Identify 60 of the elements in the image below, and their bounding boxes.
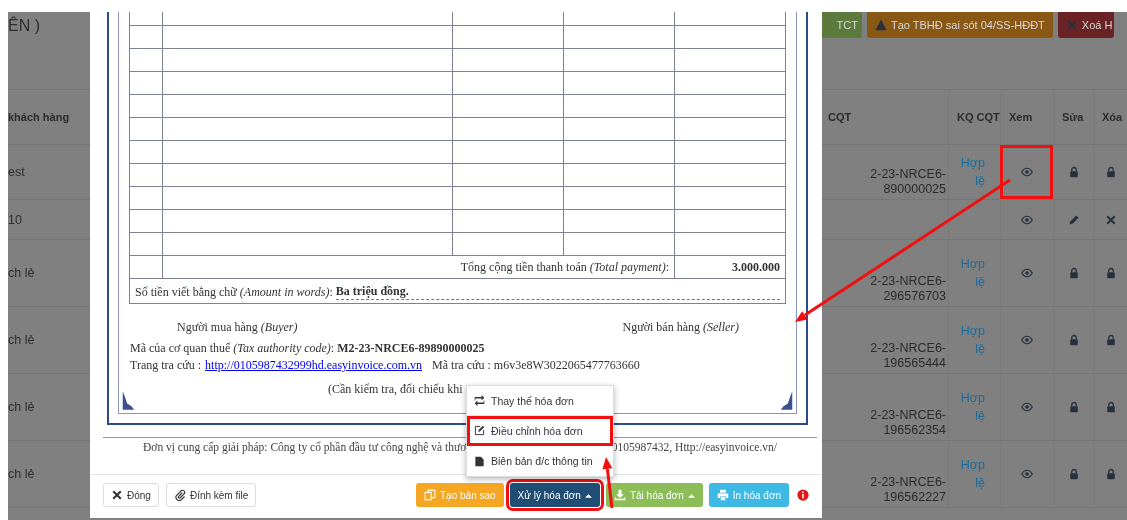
table-cell-text: 2-23-NRCE6-890000025 — [869, 167, 946, 197]
table-cell: ch lẻ — [8, 266, 35, 280]
annotation-arrow — [602, 457, 614, 509]
total-value: 3.000.000 — [732, 259, 780, 274]
column-header: KQ CQT — [948, 90, 1000, 144]
table-cell: ch lẻ — [8, 400, 35, 414]
table-cell: ch lẻ — [8, 467, 35, 481]
menu-item[interactable]: Thay thế hóa đơn — [467, 386, 613, 416]
menu-item[interactable]: Điều chỉnh hóa đơn — [467, 416, 613, 446]
column-header: Xem — [1000, 90, 1053, 144]
seller-label: Người bán hàng (Seller) — [622, 320, 739, 335]
document-icon — [474, 455, 485, 467]
caret-icon — [687, 492, 695, 498]
table-cell-text: 2-23-NRCE6-196562354 — [869, 408, 946, 438]
footer-button[interactable]: Đính kèm file — [165, 483, 257, 507]
toolbar-button[interactable]: TCT — [822, 12, 862, 38]
amount-in-words: Ba triệu đồng. — [335, 284, 409, 298]
check-note: (Cần kiểm tra, đối chiếu khi — [327, 382, 464, 397]
total-label: Tổng cộng tiền thanh toán (Total payment): — [460, 259, 669, 274]
table-cell-text: 2-23-NRCE6-296576703 — [869, 274, 946, 304]
edit-icon — [474, 425, 485, 436]
tax-code-text: Mã của cơ quan thuế (Tax authority code): M2-23-NRCE6-89890000025 — [129, 341, 486, 356]
printer-icon — [716, 489, 729, 501]
menu-item[interactable]: Biên bản đ/c thông tin — [467, 446, 613, 476]
copy-icon — [424, 489, 436, 501]
info-icon — [797, 489, 809, 501]
lookup-code: Mã tra cứu : m6v3e8W3022065477763660 — [432, 358, 640, 372]
lookup-link[interactable]: http://0105987432999hd.easyinvoice.com.vn — [205, 358, 423, 372]
table-cell: ch lẻ — [8, 333, 35, 347]
eye-icon — [1021, 213, 1033, 226]
footer-button[interactable]: Đóng — [103, 483, 159, 507]
table-cell: est — [8, 165, 25, 179]
toolbar-button[interactable]: Xoá H — [1057, 12, 1115, 38]
eye-icon — [1021, 267, 1033, 279]
footer-button[interactable]: In hóa đơn — [708, 483, 789, 507]
lookup-label: Trang tra cứu : — [130, 358, 202, 372]
provider-note: Đơn vị cung cấp giải pháp: Công ty cổ phần đầu tư công nghệ và thươ — [142, 441, 467, 453]
x-icon — [1065, 19, 1078, 31]
table-cell: 10 — [8, 212, 22, 227]
swap-arrows-icon — [474, 395, 485, 406]
page-heading: ÊN ) — [8, 17, 40, 35]
column-header: CQT — [827, 110, 853, 125]
eye-icon — [1021, 334, 1033, 346]
column-header: Sửa — [1053, 90, 1093, 144]
provider-note: 0105987432, Http://easyinvoice.vn/ — [611, 441, 778, 453]
x-icon — [111, 489, 123, 501]
eye-icon — [1021, 166, 1033, 178]
eye-icon — [1021, 468, 1033, 480]
table-cell-text: 2-23-NRCE6-196562227 — [869, 475, 946, 505]
buyer-label: Người mua hàng (Buyer) — [177, 320, 298, 335]
column-header: Xóa — [1093, 90, 1127, 144]
toolbar-button[interactable]: Tạo TBHĐ sai sót 04/SS-HĐĐT — [867, 12, 1053, 38]
download-icon — [613, 489, 626, 501]
eye-icon — [1021, 401, 1033, 413]
table-cell-text: 2-23-NRCE6-196565444 — [869, 341, 946, 371]
warning-icon — [875, 19, 887, 31]
caret-icon — [584, 492, 592, 498]
column-header: khách hàng — [8, 111, 70, 123]
paperclip-icon — [173, 489, 186, 501]
amount-label: Số tiền viết bằng chữ (Amount in words): — [135, 285, 333, 300]
